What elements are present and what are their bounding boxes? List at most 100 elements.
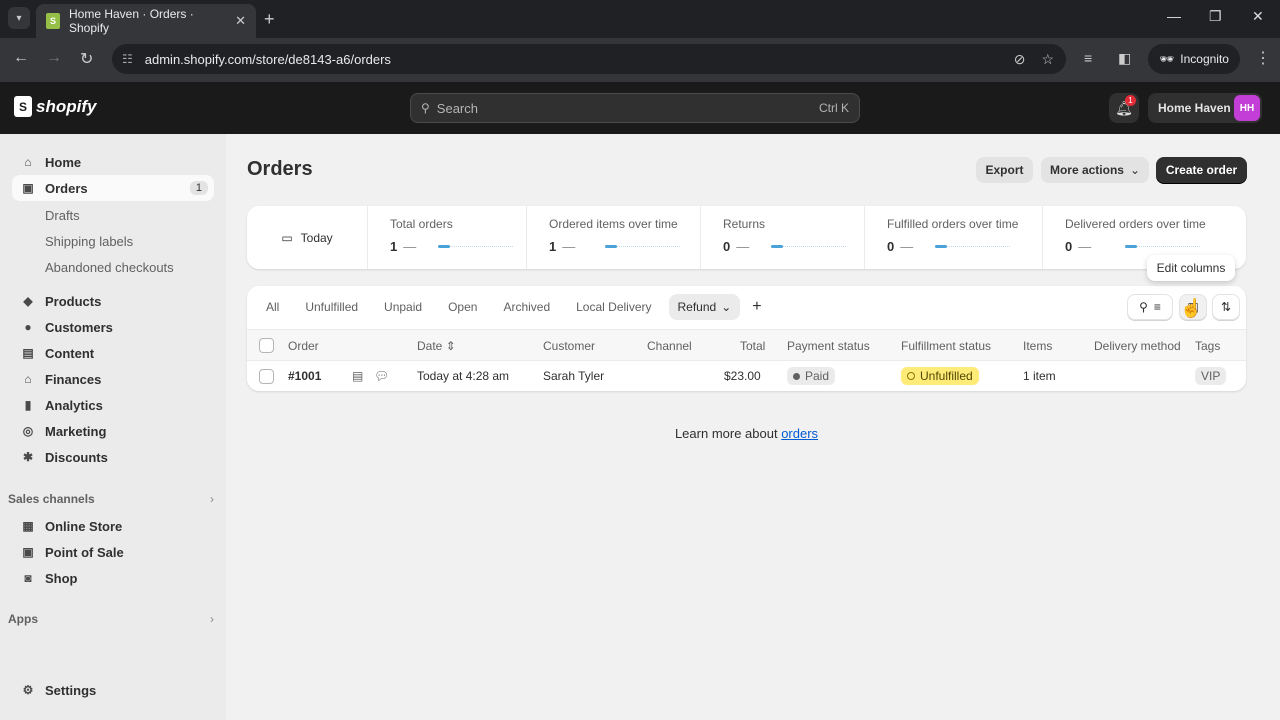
tab-local-delivery[interactable]: Local Delivery — [567, 294, 660, 320]
browser-tab[interactable]: S Home Haven · Orders · Shopify ✕ — [36, 4, 256, 38]
back-icon[interactable]: ← — [13, 49, 29, 67]
sidebar-item-shop[interactable]: ◙ Shop — [12, 565, 214, 591]
admin-topbar: S shopify ⚲ Search Ctrl K 🔔︎ 1 Home Have… — [0, 82, 1280, 134]
sort-arrows-icon: ⇕ — [445, 339, 456, 353]
close-window-icon[interactable]: ✕ — [1252, 8, 1264, 25]
site-info-icon[interactable]: ☷ — [122, 52, 133, 66]
browser-menu-icon[interactable]: ⋮ — [1255, 48, 1271, 68]
note-icon: ▤ — [352, 369, 364, 383]
sidebar-item-home[interactable]: ⌂ Home — [12, 149, 214, 175]
column-customer[interactable]: Customer — [543, 339, 595, 353]
sparkline — [438, 244, 514, 248]
reload-icon[interactable]: ↻ — [80, 49, 93, 69]
column-fulfillment-status[interactable]: Fulfillment status — [901, 339, 991, 353]
order-number[interactable]: #1001 — [288, 369, 321, 383]
sidebar-item-label: Shop — [45, 570, 78, 586]
side-panel-icon[interactable]: ◧ — [1118, 50, 1131, 67]
date-range-button[interactable]: ▭ Today — [247, 206, 367, 269]
sidebar-item-online-store[interactable]: ▦ Online Store — [12, 513, 214, 539]
sidebar-item-finances[interactable]: ⌂ Finances — [12, 366, 214, 392]
export-button[interactable]: Export — [976, 157, 1033, 183]
sidebar-item-label: Analytics — [45, 397, 103, 413]
select-all-checkbox[interactable] — [259, 338, 274, 353]
tab-archived[interactable]: Archived — [494, 294, 559, 320]
browser-toolbar: ← → ↻ ☷ admin.shopify.com/store/de8143-a… — [0, 38, 1280, 82]
apps-heading[interactable]: Apps › — [8, 612, 214, 626]
bank-icon: ⌂ — [24, 372, 32, 386]
tab-all[interactable]: All — [257, 294, 288, 320]
address-bar[interactable]: ☷ admin.shopify.com/store/de8143-a6/orde… — [112, 44, 1066, 74]
sidebar-item-products[interactable]: ◆ Products — [12, 288, 214, 314]
sales-channels-heading[interactable]: Sales channels › — [8, 492, 214, 506]
metric-total-orders[interactable]: Total orders 1 — — [367, 206, 526, 269]
sidebar-item-analytics[interactable]: ▮ Analytics — [12, 392, 214, 418]
tab-search-button[interactable]: ▾ — [8, 7, 30, 29]
sidebar-item-settings[interactable]: ⚙ Settings — [12, 677, 214, 703]
bookmark-star-icon[interactable]: ☆ — [1041, 51, 1054, 68]
column-items[interactable]: Items — [1023, 339, 1052, 353]
sidebar-item-discounts[interactable]: ✱ Discounts — [12, 444, 214, 470]
tab-open[interactable]: Open — [439, 294, 486, 320]
sidebar-item-label: Online Store — [45, 518, 123, 534]
section-label: Sales channels — [8, 492, 95, 506]
close-tab-icon[interactable]: ✕ — [235, 13, 246, 29]
edit-columns-tooltip: Edit columns — [1147, 255, 1235, 281]
sidebar-subitem-shipping-labels[interactable]: Shipping labels — [45, 234, 133, 249]
column-date[interactable]: Date ⇕ — [417, 339, 456, 353]
chevron-right-icon: › — [210, 492, 214, 506]
trend-dash-icon: — — [900, 239, 914, 254]
column-tags[interactable]: Tags — [1195, 339, 1220, 353]
incognito-badge[interactable]: 🕶 Incognito — [1148, 44, 1240, 74]
metric-value: 0 — [1065, 239, 1073, 254]
search-shortcut: Ctrl K — [819, 101, 849, 115]
shop-icon: ◙ — [24, 571, 32, 585]
chevron-right-icon: › — [210, 612, 214, 626]
sort-button[interactable]: ⇅ — [1212, 294, 1240, 320]
minimize-icon[interactable]: — — [1167, 8, 1181, 24]
restore-icon[interactable]: ❐ — [1209, 8, 1222, 25]
column-order[interactable]: Order — [288, 339, 319, 353]
column-channel[interactable]: Channel — [647, 339, 692, 353]
sidebar-subitem-abandoned-checkouts[interactable]: Abandoned checkouts — [45, 260, 174, 275]
column-payment-status[interactable]: Payment status — [787, 339, 870, 353]
sidebar-item-label: Content — [45, 345, 95, 361]
more-actions-button[interactable]: More actions ⌄ — [1041, 157, 1149, 183]
create-order-button[interactable]: Create order — [1156, 157, 1247, 183]
orders-count-badge: 1 — [189, 181, 208, 195]
notifications-button[interactable]: 🔔︎ 1 — [1109, 93, 1139, 123]
tab-unfulfilled[interactable]: Unfulfilled — [296, 294, 367, 320]
sidebar-item-label: Point of Sale — [45, 544, 124, 560]
table-row[interactable]: #1001 ▤ 💬︎ Today at 4:28 am Sarah Tyler … — [247, 361, 1246, 391]
new-tab-icon[interactable]: + — [264, 9, 275, 30]
forward-icon[interactable]: → — [46, 49, 62, 67]
column-delivery-method[interactable]: Delivery method — [1094, 339, 1181, 353]
search-filter-button[interactable]: ⚲ ≡ — [1127, 294, 1173, 320]
eye-off-icon[interactable]: ⊘ — [1014, 51, 1026, 68]
chevron-down-icon: ⌄ — [1129, 163, 1141, 177]
image-icon: ▤ — [22, 346, 34, 360]
sidebar-subitem-drafts[interactable]: Drafts — [45, 208, 80, 223]
learn-more-text: Learn more about — [674, 426, 782, 441]
metric-label: Total orders — [390, 217, 453, 231]
metric-returns[interactable]: Returns 0 — — [700, 206, 864, 269]
orders-help-link[interactable]: orders — [781, 426, 818, 441]
add-view-icon[interactable]: + — [752, 298, 761, 316]
sidebar-item-customers[interactable]: ● Customers — [12, 314, 214, 340]
sidebar-item-content[interactable]: ▤ Content — [12, 340, 214, 366]
search-input[interactable]: ⚲ Search Ctrl K — [410, 93, 860, 123]
tab-refund[interactable]: Refund ⌄ — [668, 294, 741, 320]
shopify-logo[interactable]: S shopify — [14, 96, 96, 117]
badge-label: Unfulfilled — [920, 369, 973, 383]
customer-name: Sarah Tyler — [543, 369, 605, 383]
row-checkbox[interactable] — [259, 369, 274, 384]
metric-fulfilled-orders[interactable]: Fulfilled orders over time 0 — — [864, 206, 1042, 269]
sidebar-item-point-of-sale[interactable]: ▣ Point of Sale — [12, 539, 214, 565]
column-total[interactable]: Total — [740, 339, 765, 353]
sidebar-item-orders[interactable]: ▣ Orders 1 — [12, 175, 214, 201]
tab-unpaid[interactable]: Unpaid — [375, 294, 431, 320]
store-menu-button[interactable]: Home Haven HH — [1148, 93, 1262, 123]
sidebar-item-label: Products — [45, 293, 102, 309]
media-control-icon[interactable]: ≡ — [1084, 50, 1092, 66]
sidebar-item-label: Discounts — [45, 449, 108, 465]
metric-ordered-items[interactable]: Ordered items over time 1 — — [526, 206, 700, 269]
